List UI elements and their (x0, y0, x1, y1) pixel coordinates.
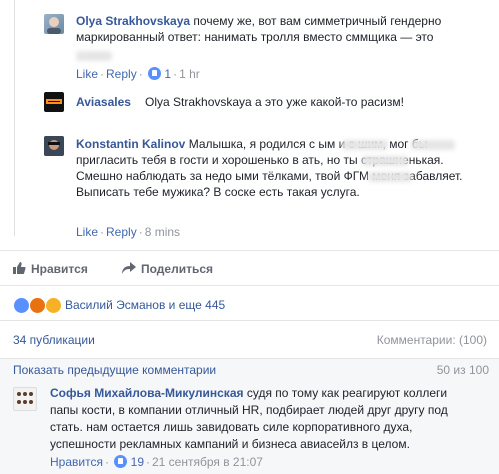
comment-sofia: Софья Михайлова-Микулинская судя по тому… (0, 380, 499, 474)
comment-olya: Olya Strakhovskaya почему же, вот вам си… (44, 0, 494, 82)
like-link[interactable]: Like (76, 225, 98, 239)
comment-time[interactable]: 21 сентября в 21:07 (152, 455, 263, 469)
thread-line (14, 0, 15, 236)
shares-count[interactable]: 34 публикации (13, 333, 95, 347)
thumbs-up-icon (13, 262, 26, 274)
like-button-label: Нравится (31, 262, 88, 276)
comments-pager: 50 из 100 (436, 363, 489, 377)
reactions-text[interactable]: Василий Эсманов и еще 445 (65, 297, 225, 313)
like-link[interactable]: Like (76, 67, 98, 81)
avatar[interactable] (13, 387, 37, 411)
post-stats: 34 публикации Комментарии: (100) (0, 320, 499, 359)
redacted-text (368, 172, 412, 182)
show-previous-comments-link[interactable]: Показать предыдущие комментарии (13, 363, 216, 377)
like-reaction-icon (13, 297, 30, 314)
comment-author[interactable]: Aviasales (76, 95, 131, 109)
like-link[interactable]: Нравится (50, 455, 103, 469)
reactions-summary[interactable]: Василий Эсманов и еще 445 (0, 285, 499, 320)
reply-link[interactable]: Reply (106, 67, 137, 81)
redacted-text (342, 140, 388, 150)
comment-author[interactable]: Olya Strakhovskaya (76, 14, 190, 28)
post-action-bar: Нравится Поделиться (0, 250, 499, 285)
comments-count[interactable]: Комментарии: (100) (377, 333, 487, 347)
angry-reaction-icon (29, 297, 46, 314)
comment-author[interactable]: Софья Михайлова-Микулинская (50, 386, 244, 400)
redacted-text (411, 140, 455, 150)
comment-aviasales: Aviasales Olya Strakhovskaya а это уже к… (44, 82, 494, 128)
avatar[interactable] (44, 92, 64, 112)
avatar[interactable] (44, 14, 64, 34)
previous-comments-bar: Показать предыдущие комментарии 50 из 10… (0, 358, 499, 381)
comment-time[interactable]: 8 mins (145, 225, 180, 239)
comment-thread: Olya Strakhovskaya почему же, вот вам си… (0, 0, 499, 250)
share-button[interactable]: Поделиться (122, 261, 213, 276)
like-count[interactable]: 19 (131, 455, 144, 469)
like-button[interactable]: Нравится (12, 261, 88, 276)
comment-text: Olya Strakhovskaya а это уже какой-то ра… (145, 95, 404, 109)
like-count-icon (114, 455, 128, 468)
redacted-text (362, 156, 408, 166)
comment-time[interactable]: 1 hr (179, 67, 200, 81)
share-button-label: Поделиться (141, 262, 214, 276)
reply-link[interactable]: Reply (106, 225, 137, 239)
avatar[interactable] (44, 136, 64, 156)
share-arrow-icon (122, 262, 136, 274)
wow-reaction-icon (45, 297, 62, 314)
comment-konstantin: Konstantin Kalinov Малышка, я родился с … (44, 128, 494, 242)
like-count-icon (148, 67, 162, 80)
comment-author[interactable]: Konstantin Kalinov (76, 137, 185, 151)
redacted-text (76, 51, 112, 61)
